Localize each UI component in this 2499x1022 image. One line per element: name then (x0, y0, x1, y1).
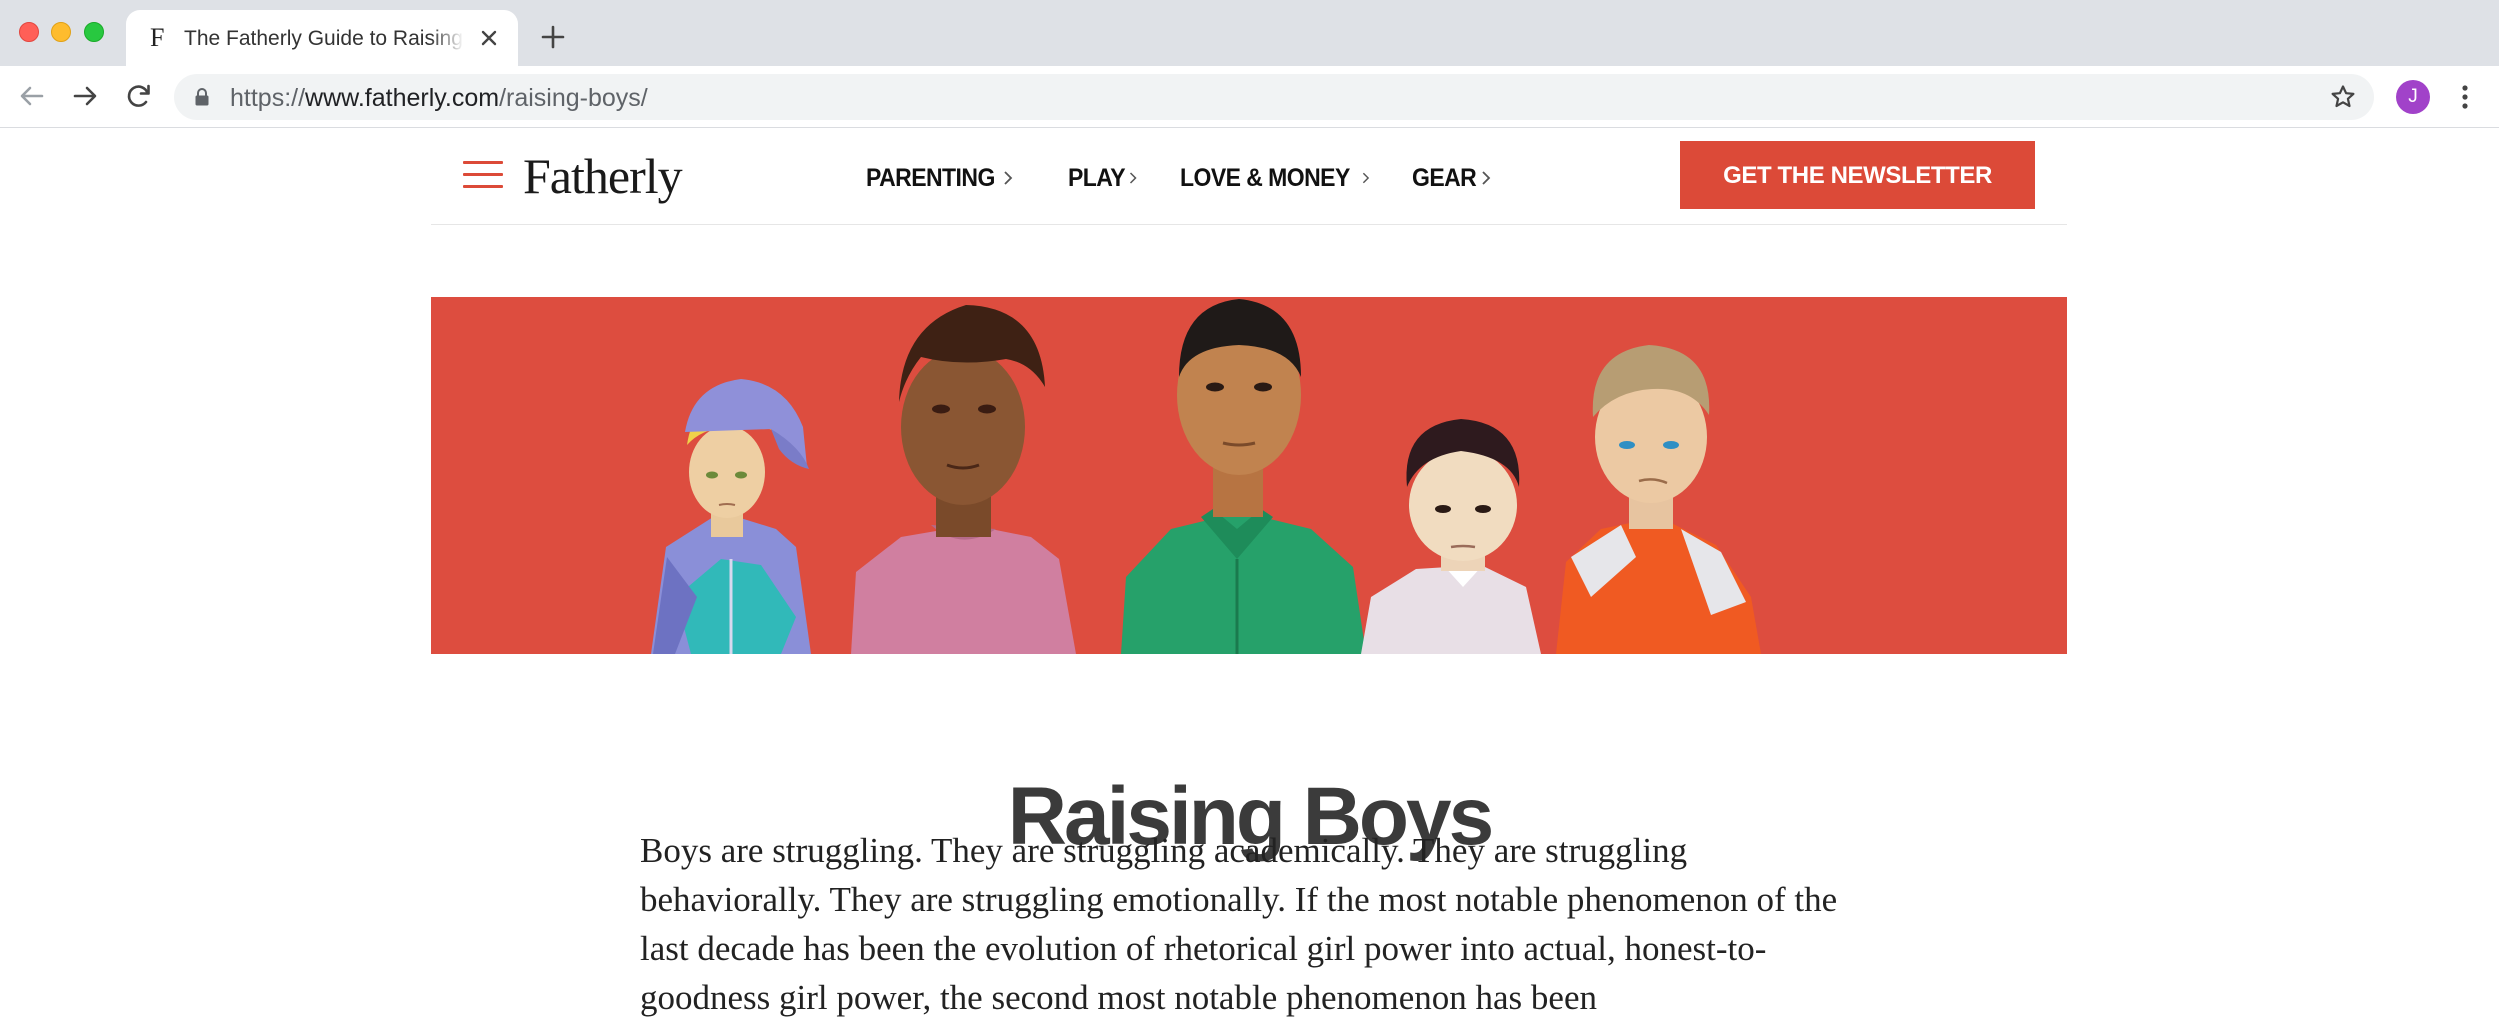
forward-icon[interactable] (70, 81, 100, 111)
nav-item-label: LOVE & MONEY (1180, 163, 1350, 192)
lock-icon[interactable] (194, 87, 210, 107)
back-icon[interactable] (17, 81, 47, 111)
nav-item-parenting[interactable]: PARENTING (866, 164, 1026, 193)
hamburger-menu-icon[interactable] (463, 161, 503, 189)
reload-icon[interactable] (124, 81, 154, 111)
close-window-button[interactable] (19, 22, 39, 42)
main-nav: PARENTING PLAY LOVE & MONEY GEAR (866, 158, 1544, 198)
nav-item-label: PLAY (1068, 163, 1126, 192)
nav-item-label: PARENTING (866, 163, 995, 192)
tab-title: The Fatherly Guide to Raising Boys (184, 27, 464, 50)
address-bar[interactable]: https://www.fatherly.com/raising-boys/ (174, 74, 2374, 120)
newsletter-button[interactable]: GET THE NEWSLETTER (1680, 141, 2035, 209)
site-logo[interactable]: Fatherly (523, 146, 683, 206)
plus-icon[interactable] (540, 24, 566, 50)
nav-item-love-money[interactable]: LOVE & MONEY (1180, 164, 1370, 193)
close-icon[interactable] (478, 27, 500, 49)
chevron-right-icon (1129, 172, 1137, 184)
nav-item-play[interactable]: PLAY (1068, 164, 1138, 193)
url-host: www.fatherly.com (305, 84, 500, 112)
hero-illustration (431, 297, 2067, 654)
url-text[interactable]: https://www.fatherly.com/raising-boys/ (230, 84, 648, 112)
profile-avatar[interactable]: J (2396, 80, 2430, 114)
site-header: Fatherly PARENTING PLAY LOVE & MONEY GEA… (431, 128, 2067, 225)
menu-kebab-icon[interactable] (2455, 82, 2475, 112)
nav-item-label: GEAR (1412, 163, 1477, 192)
chevron-right-icon (1362, 172, 1369, 184)
browser-tab-strip: F The Fatherly Guide to Raising Boys (0, 0, 2499, 66)
star-icon[interactable] (2330, 84, 2356, 110)
url-scheme: https:// (230, 84, 306, 112)
browser-tab-active[interactable]: F The Fatherly Guide to Raising Boys (126, 10, 518, 66)
maximize-window-button[interactable] (84, 22, 104, 42)
url-path: /raising-boys/ (499, 84, 648, 112)
chevron-right-icon (1482, 171, 1491, 185)
browser-toolbar: https://www.fatherly.com/raising-boys/ J (0, 66, 2499, 128)
nav-item-gear[interactable]: GEAR (1412, 164, 1502, 193)
article-intro: Boys are struggling. They are struggling… (640, 831, 1838, 1017)
minimize-window-button[interactable] (51, 22, 71, 42)
fatherly-favicon-icon: F (150, 23, 165, 52)
chevron-right-icon (1004, 171, 1013, 185)
